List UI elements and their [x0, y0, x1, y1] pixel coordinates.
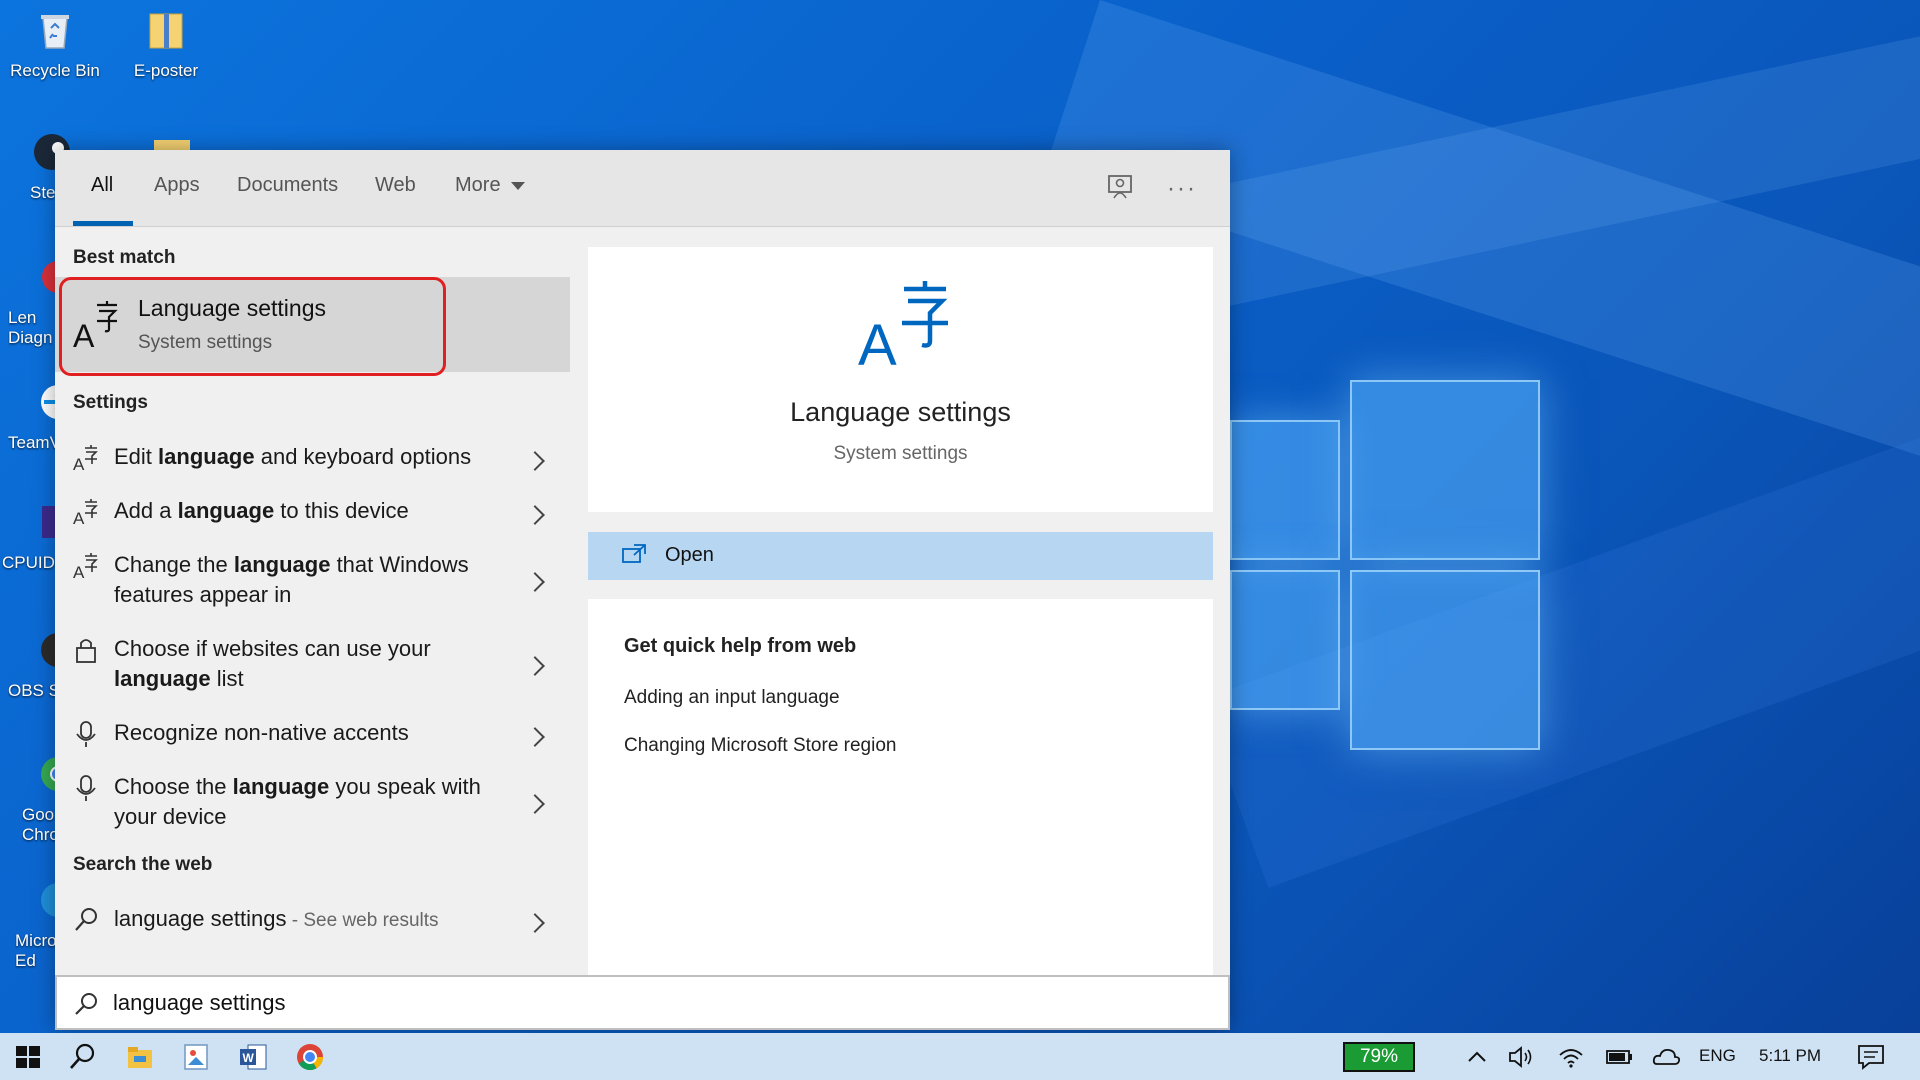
chevron-right-icon: [525, 505, 545, 525]
detail-title: Language settings: [790, 397, 1011, 427]
detail-card: A Language settings System settings: [588, 247, 1213, 512]
desktop-icon-cpuid[interactable]: CPUID: [2, 500, 62, 573]
search-web-heading: Search the web: [73, 854, 213, 875]
search-icon: [75, 908, 97, 931]
list-item[interactable]: A Edit language and keyboard options: [55, 432, 570, 482]
search-box[interactable]: [55, 975, 1230, 1030]
tab-more-label: More: [455, 174, 501, 196]
search-icon[interactable]: [66, 1041, 98, 1073]
paint-icon[interactable]: [180, 1041, 212, 1073]
language-icon: A: [73, 445, 98, 472]
web-result-label: language settings - See web results: [114, 906, 439, 931]
results-list: Best match A Language settings System se…: [55, 227, 570, 977]
recycle-bin-icon: [41, 15, 69, 49]
setting-label: Recognize non-native accents: [114, 720, 409, 745]
chevron-right-icon: [525, 451, 545, 471]
highlight-annotation: [59, 277, 446, 376]
clock[interactable]: 5:11 PM: [1759, 1046, 1821, 1066]
setting-label: Choose if websites can use your language…: [114, 636, 431, 691]
chevron-right-icon: [525, 913, 545, 933]
search-panel: All Apps Documents Web More ··· Best mat…: [55, 150, 1230, 1030]
chevron-up-icon[interactable]: [1461, 1041, 1493, 1073]
feedback-icon[interactable]: [1103, 172, 1137, 206]
list-item[interactable]: Choose the language you speak with your …: [55, 762, 570, 842]
desktop-icon-eposter[interactable]: E-poster: [116, 8, 216, 81]
chevron-right-icon: [525, 727, 545, 747]
lock-icon: [76, 639, 96, 663]
language-icon: A: [858, 281, 948, 369]
svg-text:A: A: [73, 455, 85, 472]
search-tabs: All Apps Documents Web More ···: [55, 150, 1230, 227]
notifications-icon[interactable]: [1855, 1041, 1887, 1073]
chevron-right-icon: [525, 572, 545, 592]
volume-icon[interactable]: [1505, 1041, 1537, 1073]
input-language-indicator[interactable]: ENG: [1699, 1046, 1736, 1066]
windows-logo: [1230, 380, 1550, 750]
open-button[interactable]: Open: [588, 532, 1213, 580]
taskbar: W 79% ENG 5:11 PM: [0, 1033, 1920, 1080]
open-label: Open: [665, 544, 714, 566]
open-icon: [622, 544, 646, 563]
desktop-icon-recycle-bin[interactable]: Recycle Bin: [5, 8, 105, 81]
wifi-icon[interactable]: [1555, 1041, 1587, 1073]
detail-pane: A Language settings System settings Open…: [588, 247, 1213, 975]
search-input[interactable]: [113, 985, 1163, 1021]
quick-help-heading: Get quick help from web: [624, 635, 857, 657]
chrome-icon[interactable]: [294, 1041, 326, 1073]
help-link[interactable]: Changing Microsoft Store region: [624, 735, 896, 757]
svg-text:W: W: [243, 1051, 255, 1065]
chevron-right-icon: [525, 794, 545, 814]
tab-web[interactable]: Web: [375, 174, 416, 197]
best-match-heading: Best match: [73, 247, 176, 268]
tab-more[interactable]: More: [455, 174, 525, 197]
battery-icon[interactable]: [1603, 1041, 1635, 1073]
svg-text:A: A: [73, 563, 85, 580]
search-icon: [75, 993, 97, 1015]
battery-percent-badge: 79%: [1343, 1042, 1415, 1072]
microphone-icon: [76, 775, 96, 801]
quick-help-card: Get quick help from web Adding an input …: [588, 599, 1213, 975]
folder-zip-icon: [149, 13, 183, 49]
svg-text:A: A: [858, 313, 897, 369]
start-icon[interactable]: [12, 1041, 44, 1073]
setting-label: Edit language and keyboard options: [114, 444, 472, 469]
help-link[interactable]: Adding an input language: [624, 687, 840, 709]
word-icon[interactable]: W: [237, 1041, 269, 1073]
detail-subtitle: System settings: [833, 443, 968, 464]
ellipsis-icon[interactable]: ···: [1165, 172, 1199, 206]
language-icon: A: [73, 499, 98, 526]
tab-all[interactable]: All: [91, 174, 113, 197]
language-icon: A: [73, 553, 98, 580]
microphone-icon: [76, 721, 96, 747]
svg-text:A: A: [73, 509, 85, 526]
active-tab-indicator: [73, 221, 133, 226]
list-item[interactable]: A Add a language to this device: [55, 486, 570, 536]
file-explorer-icon[interactable]: [124, 1041, 156, 1073]
tab-apps[interactable]: Apps: [154, 174, 200, 197]
list-item[interactable]: A Change the language that Windows featu…: [55, 540, 570, 620]
chevron-down-icon: [510, 181, 525, 190]
tab-documents[interactable]: Documents: [237, 174, 338, 197]
setting-label: Change the language that Windows feature…: [114, 552, 469, 607]
settings-heading: Settings: [73, 392, 148, 413]
list-item[interactable]: Choose if websites can use your language…: [55, 624, 570, 704]
setting-label: Choose the language you speak with your …: [114, 774, 481, 829]
web-result-item[interactable]: language settings - See web results: [55, 894, 570, 944]
onedrive-icon[interactable]: [1650, 1041, 1682, 1073]
list-item[interactable]: Recognize non-native accents: [55, 708, 570, 758]
setting-label: Add a language to this device: [114, 498, 409, 523]
chevron-right-icon: [525, 656, 545, 676]
